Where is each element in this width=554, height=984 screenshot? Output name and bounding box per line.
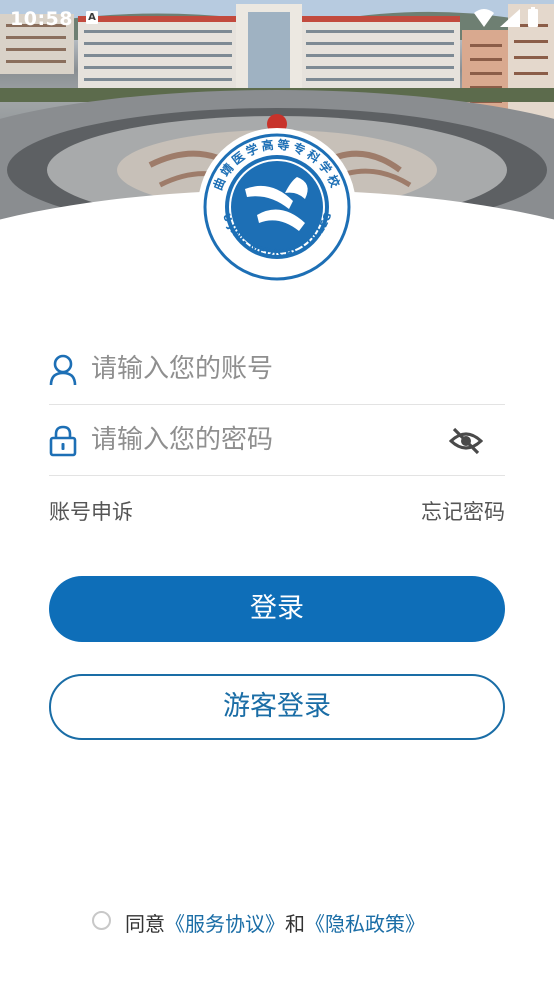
notification-badge: A — [86, 11, 98, 24]
agreement-radio[interactable] — [92, 911, 111, 930]
agreement-prefix: 同意 — [125, 912, 165, 936]
signal-icon — [500, 9, 520, 27]
battery-icon — [528, 9, 538, 27]
status-bar: 10:58 A — [0, 0, 554, 36]
agreement-and: 和 — [285, 912, 305, 936]
forgot-password-link[interactable]: 忘记密码 — [421, 496, 505, 526]
password-input[interactable] — [89, 417, 453, 463]
status-time: 10:58 — [10, 8, 73, 30]
status-icons — [472, 7, 544, 34]
college-logo: 曲靖医学高等专科学校 QU JING MEDICAL COLLEGE — [196, 123, 353, 283]
password-field — [49, 405, 505, 476]
account-field — [49, 334, 505, 405]
account-links: 账号申诉 忘记密码 — [49, 496, 505, 528]
login-button[interactable]: 登录 — [49, 576, 505, 642]
account-appeal-link[interactable]: 账号申诉 — [49, 496, 133, 526]
agreement-text: 同意《服务协议》和《隐私政策》 — [125, 908, 425, 937]
privacy-policy-link[interactable]: 《隐私政策》 — [305, 912, 425, 936]
user-icon — [49, 354, 77, 386]
eye-off-icon[interactable] — [448, 424, 484, 458]
service-agreement-link[interactable]: 《服务协议》 — [165, 912, 285, 936]
wifi-icon — [474, 9, 494, 27]
guest-login-button[interactable]: 游客登录 — [49, 674, 505, 740]
account-input[interactable] — [89, 346, 453, 392]
lock-icon — [49, 425, 77, 457]
